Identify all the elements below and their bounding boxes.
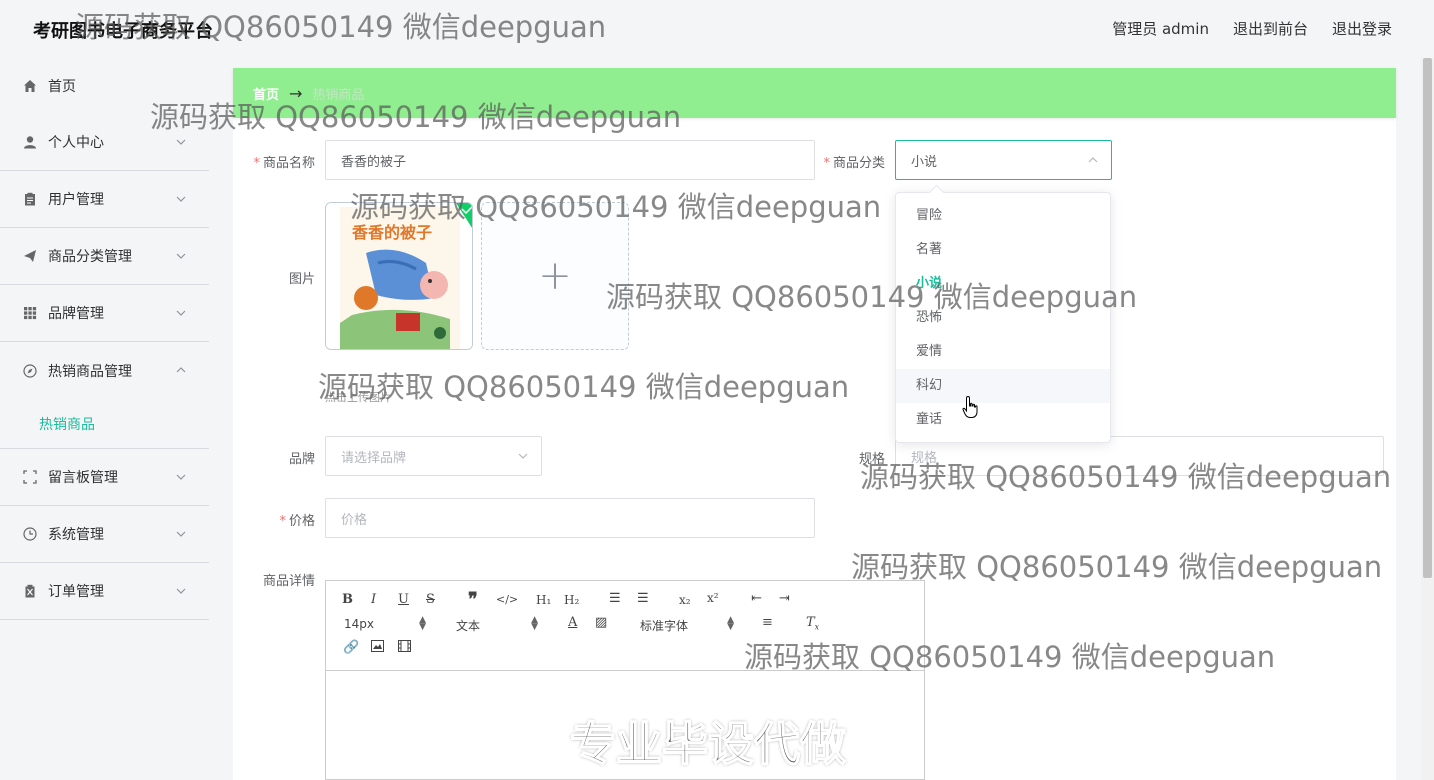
scan-icon <box>22 469 38 485</box>
bold-icon[interactable]: B <box>342 592 353 607</box>
page-scrollbar[interactable] <box>1421 58 1434 780</box>
outdent-icon[interactable]: ⇤ <box>751 591 762 606</box>
sidebar: 首页 个人中心 用户管理 商品分类管理 品牌管理 热销商品管理 热销商品 留言板… <box>0 58 209 780</box>
indent-icon[interactable]: ⇥ <box>779 591 790 606</box>
watermark: 源码获取 QQ86050149 微信deepguan <box>860 460 1392 494</box>
watermark-big: 专业毕设代做 <box>569 716 847 772</box>
header-select[interactable]: 文本 ▲ ▼ <box>456 615 538 634</box>
sidebar-item-label: 品牌管理 <box>48 306 104 322</box>
name-label: * 商品名称 <box>253 156 315 171</box>
sidebar-item-category[interactable]: 商品分类管理 <box>0 228 209 285</box>
strike-icon[interactable]: S <box>426 592 435 607</box>
back-to-front-link[interactable]: 退出到前台 <box>1233 18 1308 39</box>
category-option[interactable]: 爱情 <box>896 335 1110 369</box>
logout-link[interactable]: 退出登录 <box>1332 18 1392 39</box>
bullet-list-icon[interactable]: ☰ <box>637 591 649 606</box>
chevron-up-icon <box>1088 157 1098 163</box>
chevron-down-icon <box>176 253 186 259</box>
font-family-select[interactable]: 标准字体 ▲ ▼ <box>640 615 734 634</box>
brand-select[interactable]: 请选择品牌 <box>325 436 542 476</box>
font-color-icon[interactable]: A <box>568 615 577 630</box>
clear-format-icon[interactable]: Tx <box>806 615 819 632</box>
top-links: 管理员 admin 退出到前台 退出登录 <box>1112 18 1392 39</box>
chevron-down-icon <box>176 196 186 202</box>
home-icon <box>22 78 38 94</box>
category-select[interactable]: 小说 <box>895 140 1112 180</box>
chevron-down-icon <box>176 531 186 537</box>
underline-icon[interactable]: U <box>398 592 409 607</box>
user-icon <box>22 134 38 150</box>
updown-icon: ▲ ▼ <box>727 615 734 632</box>
watermark: 源码获取 QQ86050149 微信deepguan <box>75 10 607 44</box>
category-option[interactable]: 名著 <box>896 233 1110 267</box>
chevron-up-icon <box>176 367 186 373</box>
sidebar-item-label: 商品分类管理 <box>48 249 132 265</box>
category-option[interactable]: 冒险 <box>896 199 1110 233</box>
watermark: 源码获取 QQ86050149 微信deepguan <box>350 190 882 224</box>
sidebar-item-label: 热销商品管理 <box>48 363 132 380</box>
sidebar-item-label: 首页 <box>48 79 76 95</box>
clock-icon <box>22 526 38 542</box>
hand-cursor-icon <box>962 395 978 418</box>
compass-icon <box>22 363 38 379</box>
brand-label: 品牌 <box>288 452 315 467</box>
submenu-item-hot-goods[interactable]: 热销商品 <box>0 399 209 449</box>
ordered-list-icon[interactable]: ☰ <box>609 591 621 606</box>
sidebar-item-orders[interactable]: 订单管理 <box>0 563 209 620</box>
sidebar-item-label: 用户管理 <box>48 192 104 208</box>
admin-label[interactable]: 管理员 admin <box>1112 18 1209 39</box>
chevron-down-icon <box>176 474 186 480</box>
video-icon[interactable] <box>398 640 411 656</box>
sidebar-item-label: 订单管理 <box>48 584 104 600</box>
sidebar-item-users[interactable]: 用户管理 <box>0 171 209 228</box>
watermark: 源码获取 QQ86050149 微信deepguan <box>851 550 1383 584</box>
scrollbar-thumb[interactable] <box>1423 58 1432 578</box>
italic-icon[interactable]: I <box>371 592 376 607</box>
code-icon[interactable]: </> <box>496 593 518 606</box>
plus-icon: + <box>538 253 572 299</box>
watermark: 源码获取 QQ86050149 微信deepguan <box>150 100 682 134</box>
chevron-down-icon <box>176 310 186 316</box>
send-icon <box>22 248 38 264</box>
sidebar-item-label: 个人中心 <box>48 135 104 151</box>
sidebar-item-message-board[interactable]: 留言板管理 <box>0 449 209 506</box>
name-input[interactable]: 香香的被子 <box>325 140 815 180</box>
price-input[interactable]: 价格 <box>325 498 815 538</box>
category-label: * 商品分类 <box>823 156 885 171</box>
sidebar-item-system[interactable]: 系统管理 <box>0 506 209 563</box>
chevron-down-icon <box>176 588 186 594</box>
sidebar-item-label: 留言板管理 <box>48 470 118 486</box>
blockquote-icon[interactable]: ❞ <box>468 589 478 610</box>
h1-icon[interactable]: H₁ <box>536 593 551 607</box>
background-color-icon[interactable]: ▨ <box>595 615 607 630</box>
h2-icon[interactable]: H₂ <box>564 593 579 607</box>
sidebar-item-hot[interactable]: 热销商品管理 <box>0 342 209 399</box>
category-dropdown: 冒险 名著 小说 恐怖 爱情 科幻 童话 <box>895 192 1111 443</box>
superscript-icon[interactable]: x² <box>707 591 719 605</box>
watermark: 源码获取 QQ86050149 微信deepguan <box>606 280 1138 314</box>
image-label: 图片 <box>288 272 315 287</box>
grid-icon <box>22 305 38 321</box>
detail-label: 商品详情 <box>262 574 315 589</box>
updown-icon: ▲ ▼ <box>531 615 538 632</box>
clipboard-icon <box>22 191 38 207</box>
trash-icon <box>22 583 38 599</box>
font-size-select[interactable]: 14px ▲ ▼ <box>344 615 426 633</box>
sidebar-item-label: 系统管理 <box>48 527 104 543</box>
watermark: 源码获取 QQ86050149 微信deepguan <box>744 640 1276 674</box>
link-icon[interactable]: 🔗 <box>343 640 359 655</box>
align-icon[interactable]: ≡ <box>762 615 773 630</box>
image-icon[interactable] <box>371 640 384 656</box>
category-option-hovered[interactable]: 科幻 <box>896 369 1110 403</box>
subscript-icon[interactable]: x₂ <box>679 593 691 607</box>
category-option[interactable]: 童话 <box>896 403 1110 437</box>
updown-icon: ▲ ▼ <box>419 615 426 632</box>
chevron-down-icon <box>518 453 528 459</box>
price-label: * 价格 <box>279 514 315 529</box>
sidebar-item-brand[interactable]: 品牌管理 <box>0 285 209 342</box>
watermark: 源码获取 QQ86050149 微信deepguan <box>318 370 850 404</box>
chevron-down-icon <box>176 139 186 145</box>
